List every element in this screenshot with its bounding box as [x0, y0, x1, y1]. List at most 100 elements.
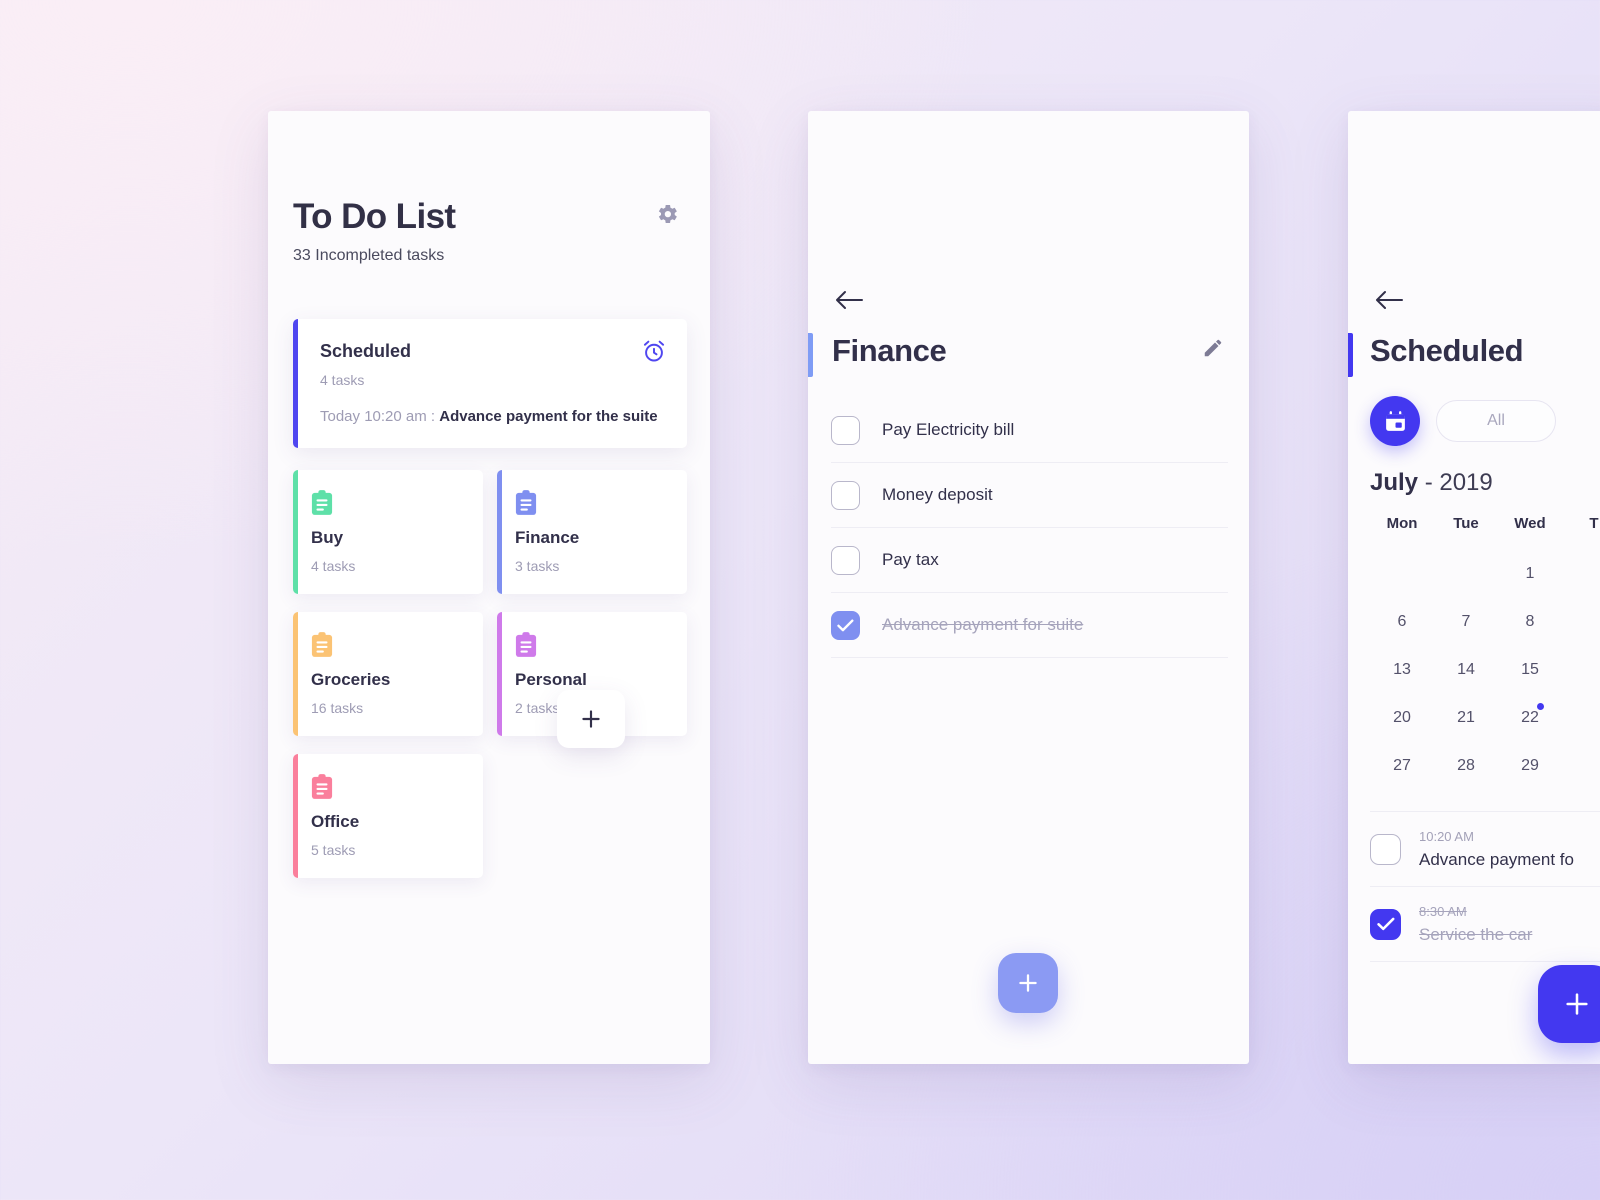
clipboard-icon: [311, 489, 333, 515]
calendar-day[interactable]: 28: [1434, 742, 1498, 790]
task-checkbox[interactable]: [831, 480, 860, 510]
category-card-office[interactable]: Office 5 tasks: [293, 753, 483, 878]
page-title: Scheduled: [1370, 333, 1524, 368]
calendar-day[interactable]: 13: [1370, 646, 1434, 694]
calendar-day[interactable]: 14: [1434, 646, 1498, 694]
scheduled-card-task: Advance payment for the suite: [439, 407, 658, 425]
event-text: 10:20 AM Advance payment fo: [1419, 829, 1574, 870]
all-view-toggle[interactable]: All: [1436, 400, 1556, 442]
calendar-grid: Mon Tue Wed T 1 6 7 8 13 14 15 20 21 22: [1370, 515, 1600, 790]
task-row[interactable]: Money deposit: [831, 463, 1228, 528]
event-name: Advance payment fo: [1419, 849, 1574, 869]
year-value: - 2019: [1424, 469, 1493, 496]
clipboard-icon: [515, 489, 537, 515]
category-name: Personal: [515, 669, 587, 689]
page-title: Finance: [832, 333, 947, 368]
calendar-icon: [1385, 410, 1405, 431]
incomplete-count: 33 Incompleted tasks: [293, 246, 445, 264]
calendar-day[interactable]: [1562, 550, 1600, 598]
plus-icon: [582, 710, 600, 728]
alarm-button[interactable]: [641, 338, 667, 364]
category-card-groceries[interactable]: Groceries 16 tasks: [293, 611, 483, 736]
task-checkbox[interactable]: [831, 545, 860, 575]
view-toggle-group: All: [1370, 396, 1556, 446]
calendar-day-number: 22: [1521, 709, 1539, 726]
month-name: July: [1370, 469, 1419, 496]
calendar-day[interactable]: [1562, 742, 1600, 790]
calendar-day[interactable]: [1562, 646, 1600, 694]
weekday-thu: T: [1589, 515, 1599, 532]
calendar-day[interactable]: 20: [1370, 694, 1434, 742]
calendar-week: 6 7 8: [1370, 598, 1600, 646]
category-card-finance[interactable]: Finance 3 tasks: [497, 469, 687, 594]
check-icon: [837, 619, 854, 631]
task-checkbox[interactable]: [831, 610, 860, 640]
calendar-month-label: July - 2019: [1370, 469, 1493, 497]
weekday-wed: Wed: [1514, 515, 1546, 532]
category-count: 5 tasks: [311, 841, 356, 858]
weekday-tue: Tue: [1453, 515, 1479, 532]
calendar-day[interactable]: 21: [1434, 694, 1498, 742]
category-grid: Buy 4 tasks Finance 3 tasks Groceries 16…: [293, 469, 687, 878]
calendar-day[interactable]: 7: [1434, 598, 1498, 646]
edit-button[interactable]: [1202, 337, 1224, 364]
event-time: 10:20 AM: [1419, 828, 1474, 844]
scheduled-card-next: Today 10:20 am : Advance payment for the…: [320, 408, 665, 425]
settings-button[interactable]: [650, 197, 684, 231]
gear-icon: [658, 205, 677, 223]
back-arrow-icon: [836, 291, 863, 309]
category-card-buy[interactable]: Buy 4 tasks: [293, 469, 483, 594]
list-item[interactable]: 8:30 AM Service the car: [1370, 887, 1600, 962]
add-scheduled-task-button[interactable]: [1538, 965, 1600, 1043]
task-row[interactable]: Pay tax: [831, 528, 1228, 593]
task-label: Advance payment for suite: [882, 615, 1084, 634]
category-count: 3 tasks: [515, 557, 560, 574]
clipboard-icon: [311, 631, 333, 657]
event-text: 8:30 AM Service the car: [1419, 904, 1532, 945]
calendar-day-marked[interactable]: 22: [1498, 694, 1562, 742]
task-row[interactable]: Advance payment for suite: [831, 593, 1228, 658]
event-dot-icon: [1537, 703, 1544, 710]
event-checkbox[interactable]: [1370, 908, 1401, 940]
calendar-day[interactable]: 27: [1370, 742, 1434, 790]
calendar-week: 1: [1370, 550, 1600, 598]
calendar-view-toggle[interactable]: [1370, 396, 1420, 446]
calendar-day[interactable]: 8: [1498, 598, 1562, 646]
calendar-day[interactable]: 1: [1498, 550, 1562, 598]
calendar-day[interactable]: [1370, 550, 1434, 598]
task-label: Pay tax: [882, 550, 939, 569]
calendar-day[interactable]: [1562, 598, 1600, 646]
calendar-day[interactable]: [1434, 550, 1498, 598]
category-count: 16 tasks: [311, 699, 364, 716]
scheduled-card-title: Scheduled: [320, 340, 412, 361]
scheduled-event-list: 10:20 AM Advance payment fo 8:30 AM Serv…: [1370, 812, 1600, 962]
event-checkbox[interactable]: [1370, 833, 1401, 865]
task-label: Money deposit: [882, 485, 993, 504]
plus-icon: [1566, 993, 1588, 1015]
page-title: To Do List: [293, 197, 456, 236]
category-name: Office: [311, 811, 360, 831]
back-button[interactable]: [1374, 289, 1404, 316]
calendar-day[interactable]: 15: [1498, 646, 1562, 694]
calendar-day[interactable]: [1562, 694, 1600, 742]
category-count: 4 tasks: [311, 557, 356, 574]
plus-icon: [1019, 974, 1037, 992]
scheduled-card-time: Today 10:20 am :: [320, 407, 440, 425]
task-checkbox[interactable]: [831, 415, 860, 445]
back-arrow-icon: [1376, 291, 1403, 309]
finance-task-list: Pay Electricity bill Money deposit Pay t…: [831, 398, 1228, 658]
weekday-mon: Mon: [1386, 515, 1418, 532]
clipboard-icon: [311, 773, 333, 799]
calendar-day[interactable]: 6: [1370, 598, 1434, 646]
task-row[interactable]: Pay Electricity bill: [831, 398, 1228, 463]
scheduled-summary-card[interactable]: Scheduled 4 tasks Today 10:20 am : Advan…: [293, 318, 687, 448]
add-category-button[interactable]: [557, 690, 625, 748]
check-icon: [1376, 917, 1394, 931]
finance-detail-panel: Finance Pay Electricity bill Money depos…: [808, 111, 1249, 1064]
list-item[interactable]: 10:20 AM Advance payment fo: [1370, 812, 1600, 887]
panel3-accent-bar: [1348, 333, 1353, 377]
calendar-week: 20 21 22: [1370, 694, 1600, 742]
add-task-button[interactable]: [998, 953, 1058, 1013]
back-button[interactable]: [834, 289, 864, 316]
calendar-day[interactable]: 29: [1498, 742, 1562, 790]
